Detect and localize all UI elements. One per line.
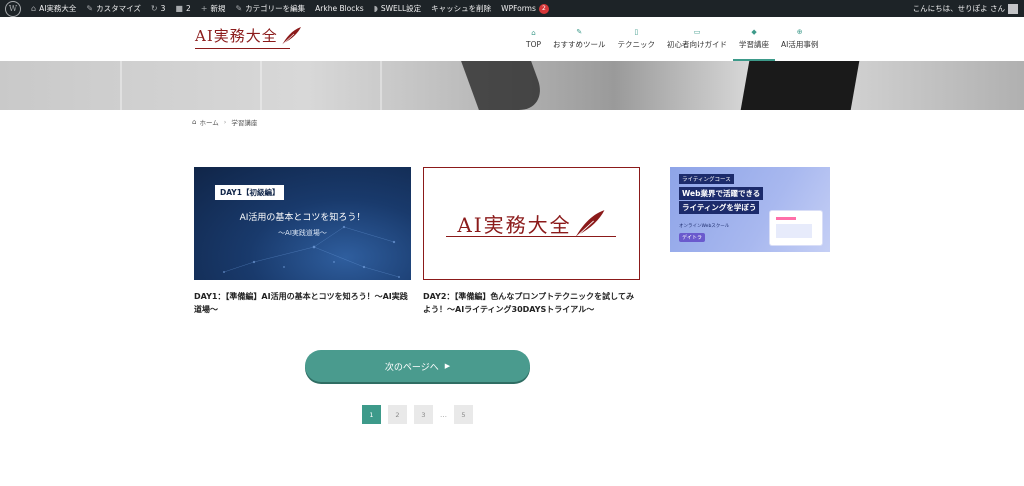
next-page-button[interactable]: 次のページへ ▶ bbox=[305, 350, 530, 382]
wordpress-icon: W bbox=[5, 0, 21, 17]
nav-label: TOP bbox=[526, 40, 542, 49]
graduation-icon: ◆ bbox=[751, 28, 757, 36]
tool-icon: ✎ bbox=[576, 28, 583, 36]
page-number-link[interactable]: 2 bbox=[388, 405, 407, 424]
nav-label: おすすめツール bbox=[553, 40, 606, 49]
banner-tag: ライティングコース bbox=[679, 174, 734, 184]
comments-count: 2 bbox=[185, 4, 191, 13]
home-icon: ⌂ bbox=[531, 29, 536, 37]
plus-icon: + bbox=[200, 4, 208, 13]
breadcrumb: ⌂ ホーム › 学習講座 bbox=[192, 117, 257, 127]
updates-link[interactable]: ↻ 3 bbox=[146, 0, 170, 17]
guide-icon: ▭ bbox=[693, 28, 701, 36]
nav-item-top[interactable]: ⌂ TOP bbox=[520, 17, 547, 61]
banner-illustration bbox=[770, 211, 822, 245]
post-title[interactable]: DAY2：【準備編】色んなプロンプトテクニックを試してみよう！〜AIライティング… bbox=[423, 290, 640, 316]
wpforms-badge: 2 bbox=[538, 3, 549, 14]
pagination-ellipsis: … bbox=[440, 410, 447, 419]
page-number-last[interactable]: 5 bbox=[454, 405, 473, 424]
quill-icon bbox=[281, 26, 301, 45]
nav-label: AI活用事例 bbox=[781, 40, 819, 49]
swell-label: SWELL設定 bbox=[380, 4, 422, 13]
nav-item-technique[interactable]: ▯ テクニック bbox=[612, 17, 662, 61]
new-label: 新規 bbox=[210, 4, 226, 13]
nav-label: テクニック bbox=[617, 40, 656, 49]
brush-icon: ✎ bbox=[86, 4, 94, 13]
hero-phone-shape bbox=[740, 61, 860, 110]
hero-image bbox=[0, 61, 1024, 110]
thumbnail-logo-text: AI実務大全 bbox=[457, 213, 572, 237]
global-nav: ⌂ TOP ✎ おすすめツール ▯ テクニック ▭ 初心者向けガイド ◆ 学習講… bbox=[520, 17, 824, 61]
arkhe-label: Arkhe Blocks bbox=[315, 4, 364, 13]
search-icon: ⊕ bbox=[796, 28, 803, 36]
page-number-link[interactable]: 3 bbox=[414, 405, 433, 424]
book-icon: ▯ bbox=[634, 28, 639, 36]
post-thumbnail[interactable]: AI実務大全 bbox=[423, 167, 640, 280]
updates-count: 3 bbox=[160, 4, 166, 13]
hero-device-shape bbox=[461, 61, 549, 110]
thumbnail-tag: DAY1【初級編】 bbox=[215, 185, 285, 200]
home-icon: ⌂ bbox=[192, 118, 197, 126]
pagination: 1 2 3 … 5 bbox=[362, 405, 480, 424]
logo-text: AI実務大全 bbox=[195, 27, 278, 45]
hero-plank-line bbox=[120, 61, 122, 110]
breadcrumb-current: 学習講座 bbox=[231, 119, 258, 127]
nav-item-tools[interactable]: ✎ おすすめツール bbox=[547, 17, 612, 61]
comments-link[interactable]: ■ 2 bbox=[170, 0, 195, 17]
nav-label: 学習講座 bbox=[739, 40, 770, 49]
thumbnail-underline bbox=[446, 236, 616, 237]
admin-bar: W ⌂ AI実務大全 ✎ カスタマイズ ↻ 3 ■ 2 + 新規 ✎ カテゴリーを編集 Ar… bbox=[0, 0, 1024, 17]
banner-brand: デイトラ bbox=[679, 233, 706, 242]
my-account-menu[interactable]: こんにちは、せりぽよ さん bbox=[913, 3, 1024, 14]
nav-label: 初心者向けガイド bbox=[667, 40, 728, 49]
swell-icon: ◗ bbox=[373, 4, 378, 13]
site-name-label: AI実務大全 bbox=[39, 4, 77, 13]
edit-category-label: カテゴリーを編集 bbox=[245, 4, 306, 13]
avatar bbox=[1008, 3, 1018, 14]
logo-underline bbox=[195, 48, 290, 49]
wpforms-link[interactable]: WPForms 2 bbox=[496, 0, 554, 17]
nav-item-courses[interactable]: ◆ 学習講座 bbox=[733, 17, 776, 61]
new-content-menu[interactable]: + 新規 bbox=[196, 0, 231, 17]
wp-logo-menu[interactable]: W bbox=[0, 0, 26, 17]
next-page-label: 次のページへ bbox=[384, 362, 439, 373]
clear-cache-link[interactable]: キャッシュを削除 bbox=[426, 0, 496, 17]
site-header: AI実務大全 ⌂ TOP ✎ おすすめツール ▯ テクニック ▭ 初心者向けガイ… bbox=[0, 17, 1024, 61]
sidebar-ad-banner[interactable]: ライティングコース Web業界で活躍できる ライティングを学ぼう オンラインWe… bbox=[670, 167, 830, 252]
breadcrumb-home-link[interactable]: ホーム bbox=[199, 117, 218, 127]
pencil-icon: ✎ bbox=[235, 4, 243, 13]
post-title[interactable]: DAY1：【準備編】AI活用の基本とコツを知ろう！〜AI実践道場〜 bbox=[194, 290, 411, 316]
comment-icon: ■ bbox=[175, 4, 183, 13]
banner-headline-1: Web業界で活躍できる bbox=[679, 187, 764, 200]
edit-category-link[interactable]: ✎ カテゴリーを編集 bbox=[230, 0, 310, 17]
thumbnail-subtitle: 〜AI実践道場〜 bbox=[278, 229, 327, 237]
cache-label: キャッシュを削除 bbox=[431, 4, 492, 13]
banner-headline-2: ライティングを学ぼう bbox=[679, 201, 760, 214]
greeting-label: こんにちは、せりぽよ さん bbox=[912, 4, 1005, 13]
post-card[interactable]: DAY1【初級編】 AI活用の基本とコツを知ろう！ 〜AI実践道場〜 DAY1：… bbox=[194, 167, 411, 316]
home-icon: ⌂ bbox=[31, 4, 37, 13]
hero-plank-line bbox=[260, 61, 262, 110]
site-name-menu[interactable]: ⌂ AI実務大全 bbox=[26, 0, 81, 17]
arkhe-blocks-link[interactable]: Arkhe Blocks bbox=[310, 0, 369, 17]
nav-item-cases[interactable]: ⊕ AI活用事例 bbox=[775, 17, 824, 61]
chevron-right-icon: › bbox=[223, 118, 227, 126]
network-pattern bbox=[223, 225, 400, 278]
wpforms-label: WPForms bbox=[501, 4, 536, 13]
post-thumbnail[interactable]: DAY1【初級編】 AI活用の基本とコツを知ろう！ 〜AI実践道場〜 bbox=[194, 167, 411, 280]
swell-settings-link[interactable]: ◗ SWELL設定 bbox=[369, 0, 427, 17]
thumbnail-title: AI活用の基本とコツを知ろう！ bbox=[239, 213, 366, 223]
post-card[interactable]: AI実務大全 DAY2：【準備編】色んなプロンプトテクニックを試してみよう！〜A… bbox=[423, 167, 640, 316]
nav-item-guide[interactable]: ▭ 初心者向けガイド bbox=[661, 17, 733, 61]
banner-caption: オンラインWebスクール bbox=[679, 224, 730, 229]
caret-right-icon: ▶ bbox=[444, 362, 451, 370]
customize-label: カスタマイズ bbox=[96, 4, 141, 13]
site-logo[interactable]: AI実務大全 bbox=[195, 25, 302, 46]
page-number-current: 1 bbox=[362, 405, 381, 424]
refresh-icon: ↻ bbox=[150, 4, 158, 13]
customize-link[interactable]: ✎ カスタマイズ bbox=[81, 0, 145, 17]
hero-plank-line bbox=[380, 61, 382, 110]
